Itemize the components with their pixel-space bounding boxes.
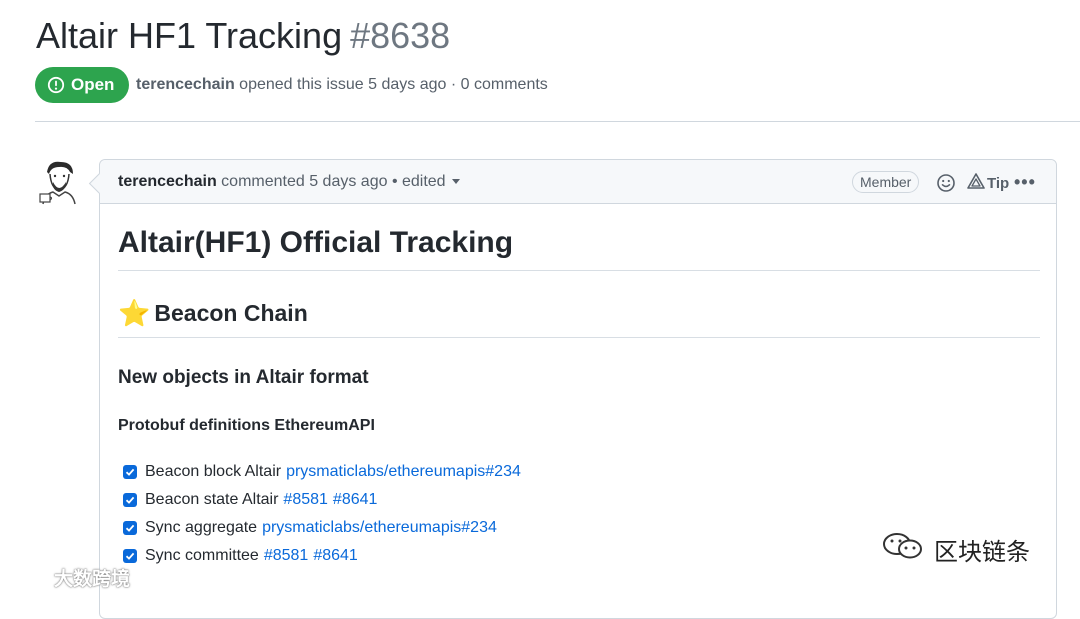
issue-state-label: Open — [71, 75, 115, 94]
watermark-right: 区块链条 — [880, 530, 1030, 569]
task-link[interactable]: #8641 — [333, 491, 378, 509]
issue-state-badge: Open — [35, 67, 130, 103]
issue-meta: terencechain opened this issue 5 days ag… — [136, 76, 548, 94]
task-list: Beacon block Altair prysmaticlabs/ethere… — [123, 458, 521, 570]
task-item: Beacon block Altair prysmaticlabs/ethere… — [123, 458, 521, 486]
body-heading-3: New objects in Altair format — [118, 367, 369, 388]
comment-author-link[interactable]: terencechain — [118, 173, 217, 190]
header-divider — [35, 121, 1080, 122]
issue-title-text: Altair HF1 Tracking — [36, 15, 343, 56]
tip-button[interactable]: Tip — [967, 173, 1009, 193]
tip-icon — [967, 173, 985, 193]
task-link[interactable]: prysmaticlabs/ethereumapis#234 — [286, 463, 521, 481]
watermark-left-text: 大数跨境 — [54, 568, 131, 590]
checkbox-checked[interactable] — [123, 549, 137, 563]
task-text: Beacon block Altair — [145, 463, 282, 480]
watermark-logo-icon — [8, 563, 48, 591]
task-link[interactable]: #8641 — [313, 547, 358, 565]
checkbox-checked[interactable] — [123, 465, 137, 479]
comment-header: terencechain commented 5 days ago • edit… — [100, 160, 1056, 204]
task-text: Sync committee — [145, 547, 259, 564]
watermark-right-text: 区块链条 — [934, 539, 1030, 566]
checkbox-checked[interactable] — [123, 493, 137, 507]
issue-opened-icon — [47, 76, 65, 94]
caret-down-icon[interactable] — [451, 179, 460, 185]
task-item: Sync committee #8581 #8641 — [123, 542, 521, 570]
watermark-left: 大数跨境 — [8, 563, 130, 591]
body-heading-4: Protobuf definitions EthereumAPI — [118, 417, 375, 434]
comment-meta-text[interactable]: commented 5 days ago • edited — [221, 173, 445, 190]
member-badge: Member — [852, 171, 920, 193]
task-link[interactable]: #8581 — [264, 547, 309, 565]
issue-meta-text: opened this issue 5 days ago · 0 comment… — [239, 76, 548, 93]
body-heading-2-text: Beacon Chain — [154, 300, 308, 326]
issue-author-link[interactable]: terencechain — [136, 76, 235, 93]
star-icon: ⭐ — [118, 298, 151, 328]
avatar[interactable] — [37, 158, 81, 206]
wechat-icon — [880, 530, 926, 569]
tip-label: Tip — [987, 174, 1010, 192]
task-text: Beacon state Altair — [145, 491, 279, 508]
issue-title: Altair HF1 Tracking #8638 — [36, 12, 450, 60]
task-text: Sync aggregate — [145, 519, 258, 536]
kebab-horizontal-icon[interactable]: ••• — [1014, 172, 1036, 193]
heading-divider — [118, 337, 1040, 338]
body-heading-1: Altair(HF1) Official Tracking — [118, 226, 514, 259]
heading-divider — [118, 270, 1040, 271]
issue-number: #8638 — [350, 15, 451, 56]
task-item: Beacon state Altair #8581 #8641 — [123, 486, 521, 514]
task-item: Sync aggregate prysmaticlabs/ethereumapi… — [123, 514, 521, 542]
task-link[interactable]: prysmaticlabs/ethereumapis#234 — [262, 519, 497, 537]
task-link[interactable]: #8581 — [283, 491, 328, 509]
smiley-icon[interactable] — [936, 173, 956, 193]
checkbox-checked[interactable] — [123, 521, 137, 535]
comment-header-meta: terencechain commented 5 days ago • edit… — [118, 173, 460, 191]
body-heading-2: ⭐ Beacon Chain — [118, 298, 308, 329]
